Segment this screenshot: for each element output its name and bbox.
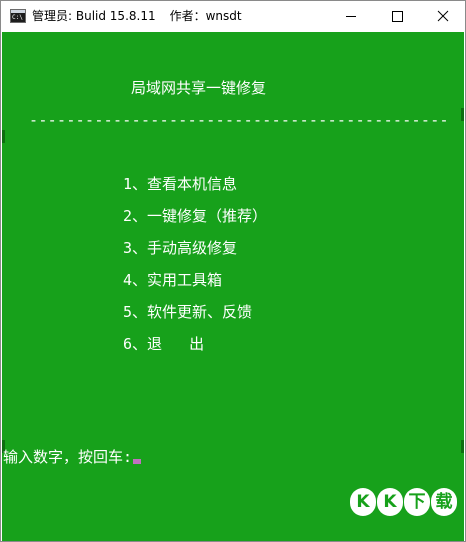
menu-item-exit: 6、退 出 (123, 335, 205, 353)
icon-bar (11, 10, 25, 13)
watermark-char: 下 (404, 488, 430, 516)
console-divider: ----------------------------------------… (29, 111, 449, 129)
menu-item-one-click-repair: 2、一键修复（推荐） (123, 207, 268, 225)
right-edge-mark (461, 440, 464, 453)
menu-item-advanced-repair: 3、手动高级修复 (123, 239, 238, 257)
left-edge-mark (2, 130, 5, 143)
input-prompt-text: 输入数字，按回车: (3, 448, 133, 466)
close-button[interactable] (420, 1, 466, 32)
close-icon (437, 10, 449, 22)
title-bar[interactable]: C:\ 管理员: Bulid 15.8.11 作者：wnsdt (1, 1, 465, 32)
maximize-icon (392, 11, 403, 22)
menu-item-toolbox: 4、实用工具箱 (123, 271, 223, 289)
console-area[interactable]: 局域网共享一键修复 ------------------------------… (2, 32, 464, 541)
menu-item-view-info: 1、查看本机信息 (123, 175, 238, 193)
text-cursor (133, 459, 142, 464)
right-edge-mark (461, 108, 464, 121)
window-title: 管理员: Bulid 15.8.11 作者：wnsdt (32, 8, 242, 25)
maximize-button[interactable] (374, 1, 420, 32)
icon-prompt-text: C:\ (12, 14, 23, 21)
input-prompt[interactable]: 输入数字，按回车: (3, 448, 142, 466)
watermark-char: K (377, 488, 403, 516)
minimize-icon (346, 16, 356, 17)
minimize-button[interactable] (328, 1, 374, 32)
watermark-char: 载 (431, 488, 457, 516)
window-title-build: 管理员: Bulid 15.8.11 (32, 9, 156, 23)
window-title-author: 作者：wnsdt (169, 9, 242, 23)
console-window: C:\ 管理员: Bulid 15.8.11 作者：wnsdt 局域网共享一键修… (0, 0, 466, 542)
watermark-char: K (350, 488, 376, 516)
console-heading: 局域网共享一键修复 (131, 79, 267, 97)
kk-download-watermark: K K 下 载 (350, 488, 460, 524)
console-app-icon[interactable]: C:\ (10, 9, 26, 23)
menu-item-update-feedback: 5、软件更新、反馈 (123, 303, 253, 321)
